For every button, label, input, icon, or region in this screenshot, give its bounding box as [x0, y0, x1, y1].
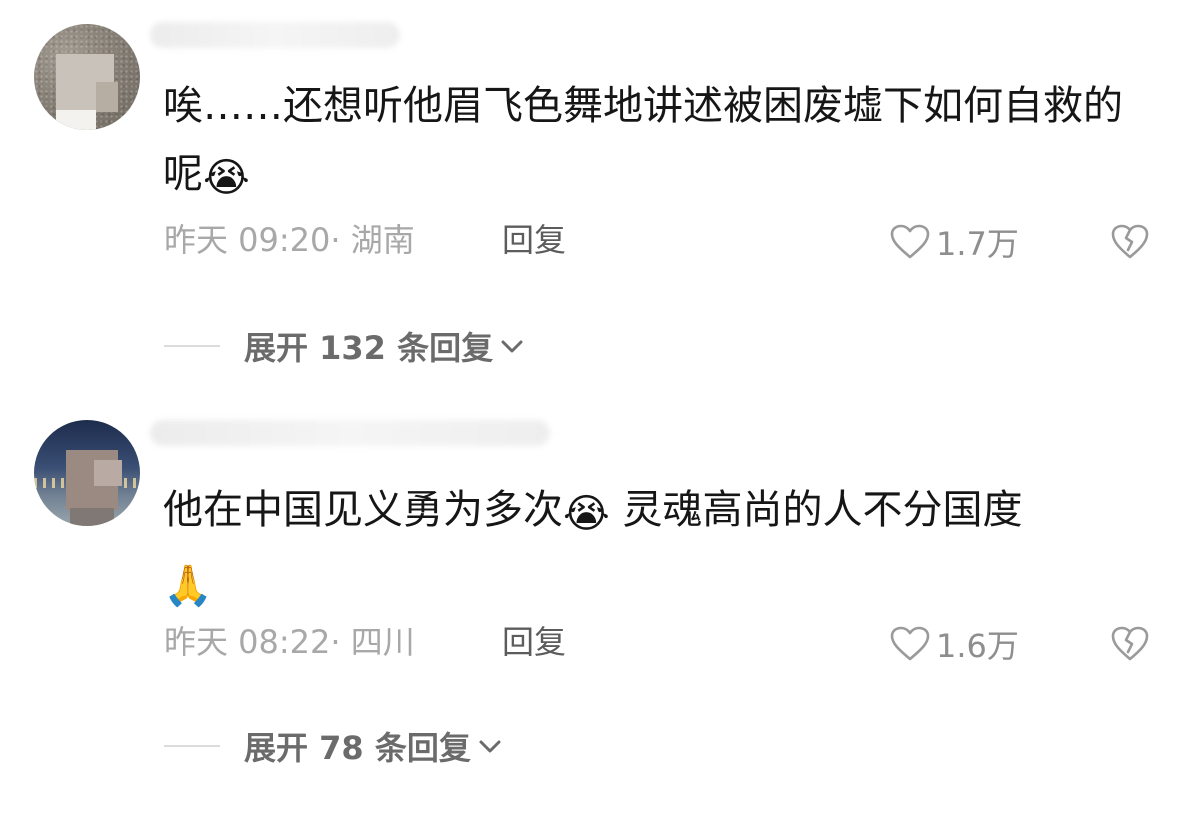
- avatar-mosaic: [56, 110, 96, 130]
- expand-replies-button[interactable]: 展开 78 条回复: [164, 726, 503, 767]
- avatar-mosaic: [96, 82, 118, 112]
- avatar-mosaic: [70, 508, 114, 526]
- reply-button[interactable]: 回复: [502, 622, 566, 662]
- divider-line: [164, 745, 220, 747]
- avatar[interactable]: [34, 420, 140, 526]
- like-button[interactable]: 1.6万: [890, 624, 1019, 665]
- chevron-down-icon: [501, 340, 523, 353]
- expand-replies-label: 展开 132 条回复: [244, 329, 494, 367]
- comment-text-body: 唉……还想听他眉飞色舞地讲述被困废墟下如何自救的呢: [163, 83, 1123, 197]
- chevron-down-icon: [479, 740, 501, 753]
- praying-hands-emoji: 🙏: [163, 563, 213, 609]
- username-blurred[interactable]: [150, 420, 550, 446]
- comment-time-location: 昨天 09:20· 湖南: [164, 221, 415, 259]
- comment-text-body: 灵魂高尚的人不分国度: [609, 487, 1023, 533]
- username-blurred[interactable]: [150, 22, 400, 48]
- like-button[interactable]: 1.7万: [890, 222, 1019, 263]
- reply-button[interactable]: 回复: [502, 220, 566, 260]
- avatar-mosaic: [94, 460, 122, 486]
- crying-emoji: 😭: [563, 491, 610, 537]
- comment-text-body: 他在中国见义勇为多次: [163, 487, 563, 533]
- expand-replies-label: 展开 78 条回复: [244, 729, 471, 767]
- divider-line: [164, 345, 220, 347]
- crying-emoji: 😭: [203, 155, 250, 201]
- like-count: 1.6万: [936, 627, 1019, 665]
- like-count: 1.7万: [936, 225, 1019, 263]
- comment-text: 唉……还想听他眉飞色舞地讲述被困废墟下如何自救的呢😭: [163, 72, 1153, 212]
- broken-heart-icon[interactable]: [1110, 624, 1150, 664]
- broken-heart-icon[interactable]: [1110, 222, 1150, 262]
- comment-time-location: 昨天 08:22· 四川: [164, 623, 415, 661]
- expand-replies-button[interactable]: 展开 132 条回复: [164, 326, 525, 367]
- heart-outline-icon: [890, 626, 930, 661]
- avatar[interactable]: [34, 24, 140, 130]
- heart-outline-icon: [890, 224, 930, 259]
- comment-text: 他在中国见义勇为多次😭 灵魂高尚的人不分国度 🙏: [163, 476, 1153, 620]
